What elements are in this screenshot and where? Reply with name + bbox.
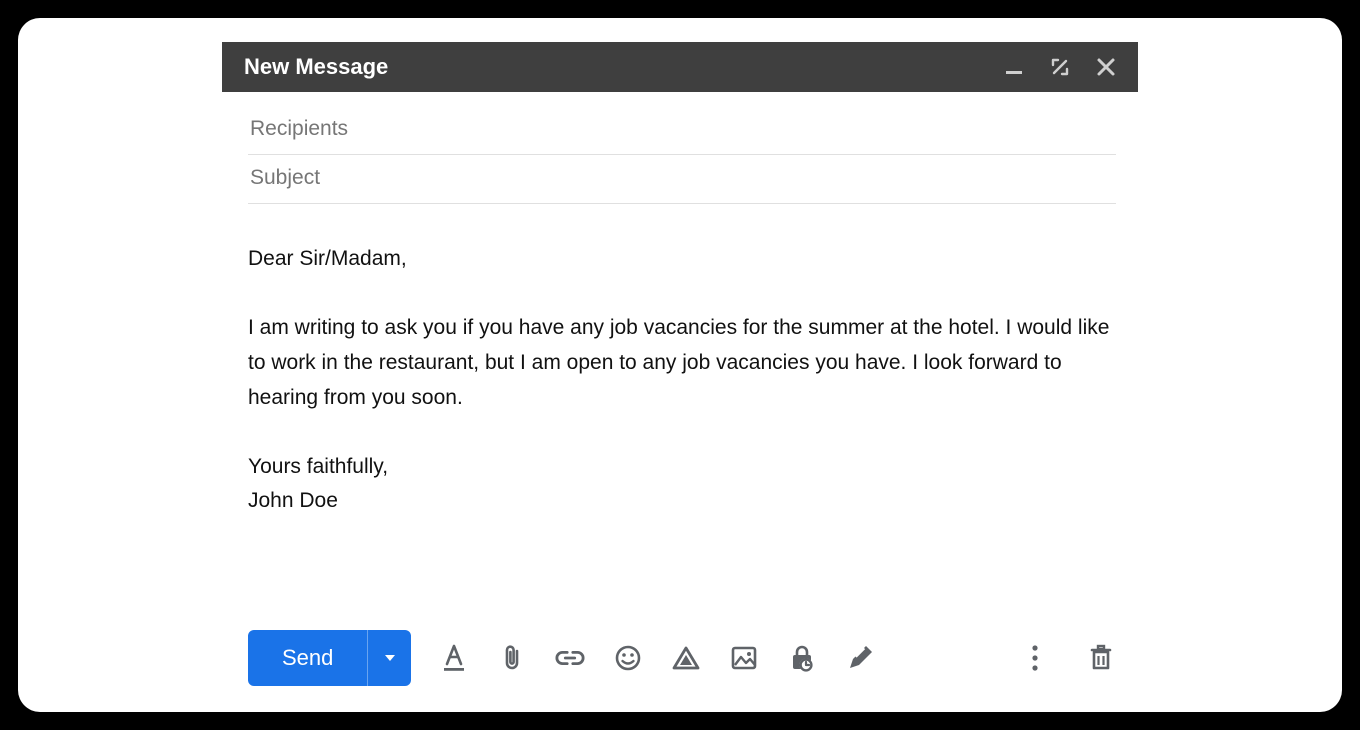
header-fields	[248, 106, 1116, 204]
send-options-button[interactable]	[367, 630, 411, 686]
formatting-toolbar	[439, 643, 875, 673]
subject-field	[248, 155, 1116, 204]
window-title: New Message	[244, 54, 1004, 80]
insert-signature-icon[interactable]	[845, 643, 875, 673]
subject-input[interactable]	[248, 165, 1116, 191]
insert-photo-icon[interactable]	[729, 643, 759, 673]
window-controls	[1004, 57, 1116, 77]
text-format-icon[interactable]	[439, 643, 469, 673]
discard-draft-icon[interactable]	[1086, 643, 1116, 673]
caret-down-icon	[383, 651, 397, 665]
minimize-icon[interactable]	[1004, 57, 1024, 77]
close-icon[interactable]	[1096, 57, 1116, 77]
more-options-icon[interactable]	[1020, 643, 1050, 673]
titlebar: New Message	[222, 42, 1138, 92]
compose-toolbar: Send	[248, 630, 1116, 686]
toolbar-right	[1020, 643, 1116, 673]
insert-link-icon[interactable]	[555, 643, 585, 673]
send-button[interactable]: Send	[248, 630, 367, 686]
send-button-group: Send	[248, 630, 411, 686]
insert-emoji-icon[interactable]	[613, 643, 643, 673]
recipients-input[interactable]	[248, 116, 1116, 142]
recipients-field	[248, 106, 1116, 155]
fullscreen-icon[interactable]	[1050, 57, 1070, 77]
insert-drive-icon[interactable]	[671, 643, 701, 673]
compose-window: New Message	[18, 18, 1342, 712]
confidential-mode-icon[interactable]	[787, 643, 817, 673]
message-body[interactable]: Dear Sir/Madam, I am writing to ask you …	[248, 242, 1116, 519]
attach-file-icon[interactable]	[497, 643, 527, 673]
